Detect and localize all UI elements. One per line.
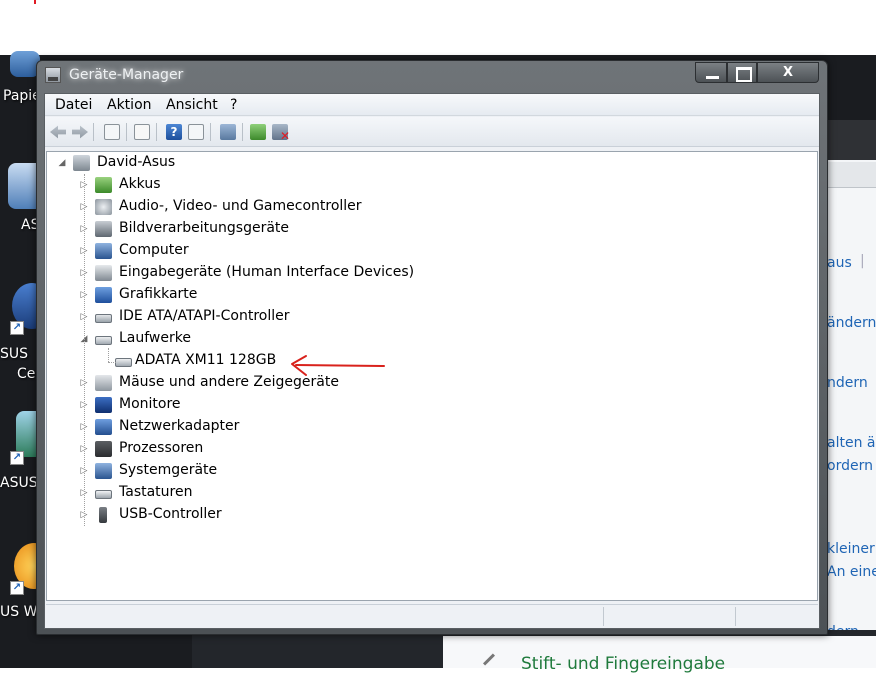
battery-icon [95, 177, 112, 193]
forward-icon[interactable] [72, 125, 88, 139]
red-mark [34, 0, 36, 4]
toolbar: ? ✕ [45, 117, 819, 147]
window-client-area: Datei Aktion Ansicht ? ? ✕ ◢ David-Asus … [44, 93, 820, 629]
background-link[interactable]: alten är [827, 435, 876, 451]
device-manager-icon [45, 67, 61, 83]
computer-icon [73, 155, 90, 171]
tree-item-label: Laufwerke [119, 330, 191, 346]
background-link[interactable]: ändern [827, 315, 876, 331]
close-button[interactable]: X [757, 62, 819, 83]
background-link[interactable]: An eine [827, 564, 876, 580]
minimize-button[interactable] [695, 62, 727, 83]
shortcut-arrow-icon: ↗ [10, 581, 24, 595]
tree-item-label: Computer [119, 242, 189, 258]
status-bar [46, 604, 818, 628]
tree-item-label: Tastaturen [119, 484, 193, 500]
tree-item-label: Eingabegeräte (Human Interface Devices) [119, 264, 415, 280]
toolbar-separator [210, 123, 211, 141]
background-link[interactable]: ordern [827, 458, 873, 474]
tree-item-label: Akkus [119, 176, 161, 192]
status-cell [735, 607, 817, 626]
toolbar-separator [126, 123, 127, 141]
toolbar-separator [93, 123, 94, 141]
update-driver-icon[interactable] [250, 124, 266, 140]
processor-icon [95, 441, 112, 457]
network-adapter-icon [95, 419, 112, 435]
top-margin [0, 0, 876, 55]
tree-item-label: Bildverarbeitungsgeräte [119, 220, 290, 236]
background-link[interactable]: aus [827, 255, 852, 271]
disk-drive-icon [95, 336, 112, 345]
hid-icon [95, 265, 112, 281]
tree-root-label: David-Asus [97, 154, 176, 170]
keyboard-icon [95, 490, 112, 499]
separator: | [860, 253, 865, 269]
menu-help[interactable]: ? [230, 97, 237, 113]
tree-item-label: Audio-, Video- und Gamecontroller [119, 198, 362, 214]
window-title: Geräte-Manager [69, 67, 184, 83]
camera-icon [95, 221, 112, 237]
computer-icon [95, 243, 112, 259]
ide-controller-icon [95, 314, 112, 323]
menu-datei[interactable]: Datei [55, 97, 92, 113]
tree-connector-line [108, 348, 109, 362]
menu-aktion[interactable]: Aktion [107, 97, 152, 113]
back-icon[interactable] [50, 125, 66, 139]
system-devices-icon [95, 463, 112, 479]
tree-item-label: Grafikkarte [119, 286, 198, 302]
desktop-label[interactable]: SUS [0, 346, 28, 362]
background-link[interactable]: ndern [827, 375, 868, 391]
speaker-icon [95, 199, 112, 215]
show-hide-console-tree-icon[interactable] [104, 124, 120, 140]
shortcut-arrow-icon: ↗ [10, 451, 24, 465]
tree-item-label: IDE ATA/ATAPI-Controller [119, 308, 290, 324]
toolbar-separator [156, 123, 157, 141]
help-icon[interactable]: ? [166, 124, 182, 140]
uninstall-icon[interactable]: ✕ [272, 124, 290, 143]
tree-connector-line [108, 362, 116, 363]
maximize-button[interactable] [727, 62, 757, 83]
mouse-icon [95, 375, 112, 391]
device-manager-window: Geräte-Manager X Datei Aktion Ansicht ? … [36, 60, 828, 635]
tree-item-label: USB-Controller [119, 506, 222, 522]
background-window-toolbar [820, 162, 876, 188]
monitor-icon [95, 397, 112, 413]
disk-drive-icon [115, 358, 132, 367]
shortcut-arrow-icon: ↗ [10, 321, 24, 335]
tree-item-label: Monitore [119, 396, 181, 412]
toolbar-separator [242, 123, 243, 141]
status-cell [603, 607, 734, 626]
background-link[interactable]: kleiner [827, 541, 875, 557]
display-adapter-icon [95, 287, 112, 303]
usb-icon [99, 507, 107, 523]
tree-item-label: ADATA XM11 128GB [135, 352, 277, 368]
tree-item-label: Systemgeräte [119, 462, 218, 478]
collapse-arrow-icon[interactable]: ◢ [57, 158, 67, 168]
tree-item-label: Mäuse und andere Zeigegeräte [119, 374, 339, 390]
desktop-label[interactable]: Ce [17, 366, 35, 382]
tree-item-label: Prozessoren [119, 440, 204, 456]
menu-bar: Datei Aktion Ansicht ? [45, 94, 819, 116]
close-icon: X [782, 65, 794, 80]
menu-ansicht[interactable]: Ansicht [166, 97, 218, 113]
tree-item-label: Netzwerkadapter [119, 418, 240, 434]
scan-hardware-icon[interactable] [220, 124, 236, 140]
properties-icon[interactable] [134, 124, 150, 140]
background-link-pen-touch[interactable]: Stift- und Fingereingabe [521, 654, 725, 674]
tree-connector-line [84, 174, 85, 526]
device-tree: ◢ David-Asus ▷ Akkus ▷ Audio-, Video- und G… [46, 151, 818, 601]
view-icon[interactable] [188, 124, 204, 140]
desktop-label[interactable]: ASUS [0, 475, 38, 491]
